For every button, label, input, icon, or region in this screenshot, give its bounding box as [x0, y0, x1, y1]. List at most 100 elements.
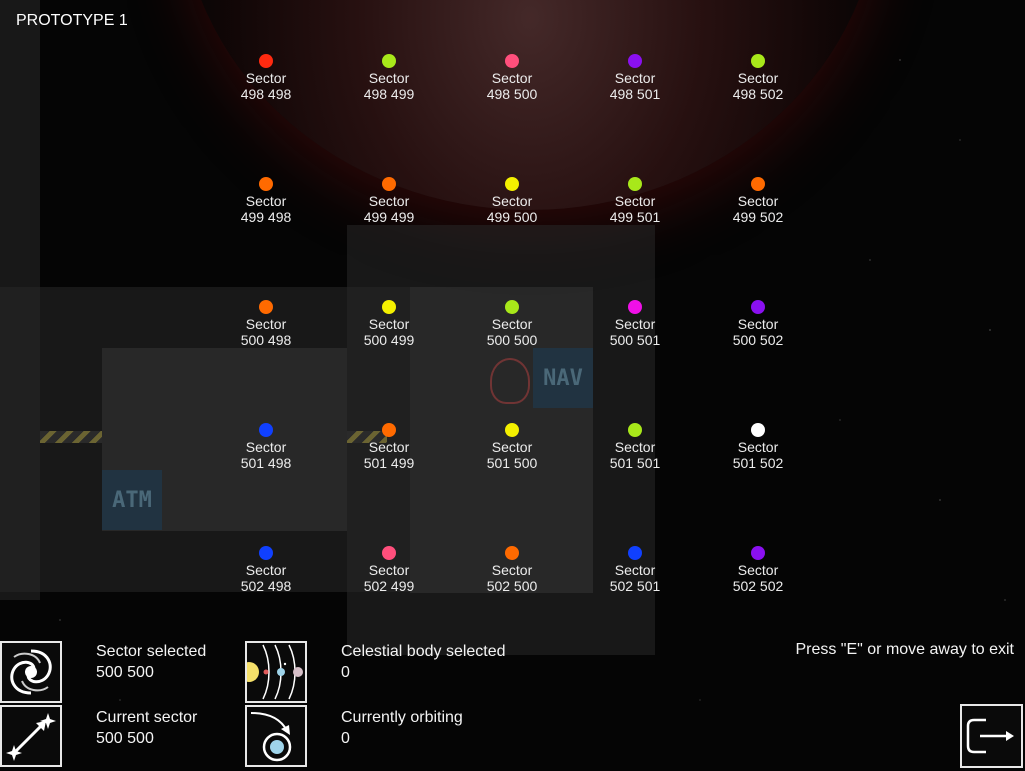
sector-dot: [751, 546, 765, 560]
sector-dot: [751, 54, 765, 68]
sector-marker[interactable]: Sector 498 500: [462, 54, 562, 102]
orbit-icon: [245, 705, 307, 767]
sector-coords: 499 499: [363, 209, 415, 225]
sector-marker[interactable]: Sector 501 502: [708, 423, 808, 471]
sector-coords: 500 500: [486, 332, 538, 348]
sector-label: Sector: [614, 439, 656, 455]
sector-marker[interactable]: Sector 502 500: [462, 546, 562, 594]
sector-coords: 501 499: [363, 455, 415, 471]
player-character: [490, 358, 530, 404]
sector-marker[interactable]: Sector 499 499: [339, 177, 439, 225]
celestial-selected-label: Celestial body selected: [341, 643, 506, 660]
sector-dot: [382, 423, 396, 437]
sector-marker[interactable]: Sector 500 501: [585, 300, 685, 348]
sector-label: Sector: [491, 70, 533, 86]
sector-selected-value: 500 500: [96, 664, 154, 681]
sector-coords: 501 501: [609, 455, 661, 471]
sector-marker[interactable]: Sector 501 499: [339, 423, 439, 471]
sector-label: Sector: [245, 70, 287, 86]
exit-button[interactable]: [960, 704, 1023, 768]
sector-coords: 500 501: [609, 332, 661, 348]
sector-marker[interactable]: Sector 498 501: [585, 54, 685, 102]
sector-marker[interactable]: Sector 502 501: [585, 546, 685, 594]
sector-dot: [505, 423, 519, 437]
sector-marker[interactable]: Sector 501 498: [216, 423, 316, 471]
current-sector-label: Current sector: [96, 709, 198, 726]
hazard-stripe: [40, 431, 102, 443]
sector-label: Sector: [245, 439, 287, 455]
sector-label: Sector: [245, 562, 287, 578]
nav-room-sign: NAV: [533, 348, 593, 408]
warp-icon: [0, 705, 62, 767]
sector-dot: [382, 300, 396, 314]
sector-coords: 499 502: [732, 209, 784, 225]
sector-marker[interactable]: Sector 499 502: [708, 177, 808, 225]
sector-dot: [505, 300, 519, 314]
sector-marker[interactable]: Sector 498 499: [339, 54, 439, 102]
sector-dot: [259, 54, 273, 68]
sector-coords: 499 500: [486, 209, 538, 225]
sector-coords: 502 498: [240, 578, 292, 594]
sector-dot: [382, 546, 396, 560]
sector-marker[interactable]: Sector 498 498: [216, 54, 316, 102]
sector-coords: 499 501: [609, 209, 661, 225]
sector-label: Sector: [368, 439, 410, 455]
sector-dot: [751, 177, 765, 191]
sector-dot: [259, 546, 273, 560]
sector-marker[interactable]: Sector 498 502: [708, 54, 808, 102]
sector-dot: [628, 300, 642, 314]
sector-label: Sector: [368, 562, 410, 578]
sector-coords: 501 502: [732, 455, 784, 471]
sector-coords: 502 499: [363, 578, 415, 594]
sector-label: Sector: [737, 316, 779, 332]
sector-dot: [259, 423, 273, 437]
celestial-selected-value: 0: [341, 664, 350, 681]
sector-marker[interactable]: Sector 502 502: [708, 546, 808, 594]
celestial-selected-info: Celestial body selected 0: [341, 641, 506, 683]
sector-label: Sector: [491, 193, 533, 209]
sector-dot: [628, 423, 642, 437]
game-viewport: NAV ATM PROTOTYPE 1 Sector 498 498 Sector 4…: [0, 0, 1025, 771]
currently-orbiting-info: Currently orbiting 0: [341, 707, 463, 749]
currently-orbiting-label: Currently orbiting: [341, 709, 463, 726]
sector-coords: 502 501: [609, 578, 661, 594]
sector-dot: [382, 54, 396, 68]
sector-label: Sector: [245, 193, 287, 209]
sector-coords: 502 500: [486, 578, 538, 594]
sector-label: Sector: [737, 70, 779, 86]
current-sector-info: Current sector 500 500: [96, 707, 197, 749]
sector-dot: [505, 546, 519, 560]
sector-marker[interactable]: Sector 502 499: [339, 546, 439, 594]
sector-label: Sector: [737, 439, 779, 455]
sector-coords: 498 500: [486, 86, 538, 102]
sector-coords: 500 502: [732, 332, 784, 348]
sector-coords: 501 500: [486, 455, 538, 471]
sector-marker[interactable]: Sector 500 498: [216, 300, 316, 348]
sector-marker[interactable]: Sector 499 500: [462, 177, 562, 225]
sector-label: Sector: [491, 562, 533, 578]
sector-coords: 498 498: [240, 86, 292, 102]
sector-marker[interactable]: Sector 500 499: [339, 300, 439, 348]
sector-marker[interactable]: Sector 501 501: [585, 423, 685, 471]
sector-marker[interactable]: Sector 502 498: [216, 546, 316, 594]
sector-coords: 501 498: [240, 455, 292, 471]
sector-dot: [751, 300, 765, 314]
sector-dot: [505, 54, 519, 68]
sector-marker[interactable]: Sector 500 502: [708, 300, 808, 348]
sector-coords: 498 501: [609, 86, 661, 102]
sector-label: Sector: [614, 316, 656, 332]
sector-label: Sector: [614, 70, 656, 86]
sector-marker[interactable]: Sector 499 501: [585, 177, 685, 225]
sector-marker[interactable]: Sector 499 498: [216, 177, 316, 225]
exit-hint: Press "E" or move away to exit: [795, 641, 1014, 658]
sector-dot: [382, 177, 396, 191]
sector-label: Sector: [368, 70, 410, 86]
sector-label: Sector: [491, 316, 533, 332]
sector-label: Sector: [368, 193, 410, 209]
sector-marker[interactable]: Sector 501 500: [462, 423, 562, 471]
solar-system-icon: [239, 641, 307, 703]
sector-dot: [751, 423, 765, 437]
sector-label: Sector: [368, 316, 410, 332]
sector-dot: [628, 177, 642, 191]
sector-marker[interactable]: Sector 500 500: [462, 300, 562, 348]
